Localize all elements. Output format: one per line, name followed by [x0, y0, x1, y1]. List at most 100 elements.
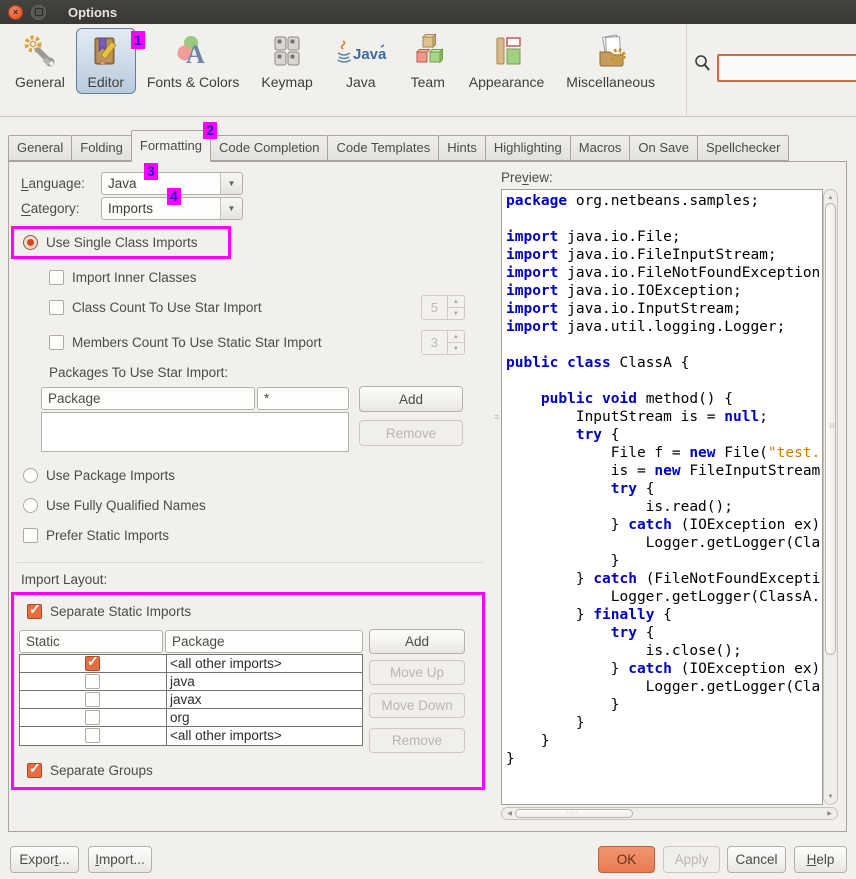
spinner-up-icon[interactable]: ▲ — [448, 295, 465, 307]
toolbar-item-label: Team — [411, 74, 445, 90]
packages-add-button[interactable]: Add — [359, 386, 463, 412]
static-column-header[interactable]: Static — [19, 630, 163, 653]
toolbar-item-label: Editor — [88, 74, 125, 90]
use-single-class-imports-radio[interactable] — [23, 235, 38, 250]
static-cell-checkbox[interactable] — [85, 692, 100, 707]
toolbar-item-editor[interactable]: 1 Editor — [76, 28, 136, 94]
move-up-button[interactable]: Move Up — [369, 660, 465, 685]
separate-static-imports-checkbox[interactable] — [27, 604, 42, 619]
class-count-checkbox[interactable] — [49, 300, 64, 315]
annotation-badge-2: 2 — [203, 122, 217, 139]
cubes-icon — [409, 33, 447, 71]
scrollbar-thumb[interactable] — [515, 809, 633, 818]
titlebar: × Options — [0, 0, 856, 24]
toolbar-item-general[interactable]: General — [4, 28, 76, 94]
toolbar-item-java[interactable]: Java Java — [324, 28, 398, 94]
spinner-down-icon[interactable]: ▼ — [448, 307, 465, 320]
keyboard-keys-icon — [268, 33, 306, 71]
preview-vertical-scrollbar[interactable]: ▲ ▼ — [823, 189, 838, 805]
toolbar-item-miscellaneous[interactable]: Miscellaneous — [555, 28, 666, 94]
toolbar-item-keymap[interactable]: Keymap — [250, 28, 323, 94]
toolbar-item-label: General — [15, 74, 65, 90]
packages-star-list[interactable] — [41, 412, 349, 452]
members-count-spinner[interactable]: 3 ▲▼ — [421, 330, 465, 355]
static-cell-checkbox[interactable] — [85, 710, 100, 725]
layout-add-button[interactable]: Add — [369, 629, 465, 654]
toolbar-item-team[interactable]: Team — [398, 28, 458, 94]
toolbar-item-fonts-colors[interactable]: A Fonts & Colors — [136, 28, 251, 94]
toolbar-item-label: Fonts & Colors — [147, 74, 240, 90]
gears-wrench-icon — [21, 33, 59, 71]
maximize-window-icon[interactable] — [31, 5, 46, 20]
package-cell[interactable]: java — [167, 673, 362, 690]
category-value: Imports — [108, 201, 153, 216]
chevron-down-icon[interactable]: ▼ — [220, 173, 242, 194]
import-button[interactable]: Import... — [88, 846, 152, 873]
toolbar-item-label: Keymap — [261, 74, 312, 90]
table-row[interactable]: <all other imports> — [20, 655, 362, 673]
scrollbar-thumb[interactable] — [825, 203, 836, 655]
prefer-static-imports-checkbox[interactable] — [23, 528, 38, 543]
package-cell[interactable]: <all other imports> — [167, 655, 362, 672]
package-cell[interactable]: org — [167, 709, 362, 726]
import-layout-label: Import Layout: — [21, 572, 107, 587]
import-inner-classes-label: Import Inner Classes — [72, 270, 197, 285]
package-column-header[interactable]: Package — [165, 630, 363, 653]
import-inner-classes-checkbox[interactable] — [49, 270, 64, 285]
split-divider[interactable]: ≡ — [492, 162, 500, 831]
toolbar-item-appearance[interactable]: Appearance — [458, 28, 556, 94]
section-separator — [17, 562, 483, 563]
toolbar-item-label: Appearance — [469, 74, 545, 90]
table-row[interactable]: org — [20, 709, 362, 727]
preview-horizontal-scrollbar[interactable]: ◀ ▶ — [501, 807, 838, 820]
table-row[interactable]: javax — [20, 691, 362, 709]
apply-button[interactable]: Apply — [663, 846, 720, 873]
tab-hints[interactable]: Hints — [438, 135, 486, 161]
separate-groups-checkbox[interactable] — [27, 763, 42, 778]
packages-star-label: Packages To Use Star Import: — [49, 365, 228, 380]
members-count-checkbox[interactable] — [49, 335, 64, 350]
static-cell-checkbox[interactable] — [85, 674, 100, 689]
ok-button[interactable]: OK — [598, 846, 655, 873]
scroll-right-icon[interactable]: ▶ — [823, 808, 836, 819]
tab-general[interactable]: General — [8, 135, 72, 161]
use-fully-qualified-names-radio[interactable] — [23, 498, 38, 513]
annotation-badge-3: 3 — [144, 163, 158, 180]
export-button[interactable]: Export... — [10, 846, 79, 873]
package-cell[interactable]: <all other imports> — [167, 727, 362, 745]
table-row[interactable]: <all other imports> — [20, 727, 362, 745]
search-input[interactable] — [717, 54, 856, 82]
star-column-header[interactable]: * — [257, 387, 349, 410]
tab-highlighting[interactable]: Highlighting — [485, 135, 571, 161]
move-down-button[interactable]: Move Down — [369, 693, 465, 718]
tab-folding[interactable]: Folding — [71, 135, 132, 161]
static-cell-checkbox[interactable] — [85, 728, 100, 743]
package-column-header[interactable]: Package — [41, 387, 255, 410]
tab-macros[interactable]: Macros — [570, 135, 631, 161]
tab-spellchecker[interactable]: Spellchecker — [697, 135, 789, 161]
tab-formatting[interactable]: Formatting2 — [131, 130, 211, 162]
static-cell-checkbox[interactable] — [85, 656, 100, 671]
tab-code-completion[interactable]: Code Completion — [210, 135, 328, 161]
tab-on-save[interactable]: On Save — [629, 135, 698, 161]
toolbar-item-label: Java — [346, 74, 376, 90]
packages-remove-button[interactable]: Remove — [359, 420, 463, 446]
table-row[interactable]: java — [20, 673, 362, 691]
preview-code-area: package org.netbeans.samples; import jav… — [501, 189, 823, 805]
help-button[interactable]: Help — [794, 846, 847, 873]
cancel-button[interactable]: Cancel — [727, 846, 786, 873]
book-pencil-icon — [87, 33, 125, 71]
spinner-up-icon[interactable]: ▲ — [448, 330, 465, 342]
package-cell[interactable]: javax — [167, 691, 362, 708]
scroll-down-icon[interactable]: ▼ — [824, 790, 837, 803]
class-count-spinner[interactable]: 5 ▲▼ — [421, 295, 465, 320]
import-layout-table[interactable]: <all other imports>javajavaxorg<all othe… — [19, 654, 363, 746]
class-count-label: Class Count To Use Star Import — [72, 300, 262, 315]
close-window-icon[interactable]: × — [8, 5, 23, 20]
use-package-imports-radio[interactable] — [23, 468, 38, 483]
category-toolbar: General 1 Editor — [0, 24, 856, 117]
spinner-down-icon[interactable]: ▼ — [448, 342, 465, 355]
tab-code-templates[interactable]: Code Templates — [327, 135, 439, 161]
layout-remove-button[interactable]: Remove — [369, 728, 465, 753]
chevron-down-icon[interactable]: ▼ — [220, 198, 242, 219]
